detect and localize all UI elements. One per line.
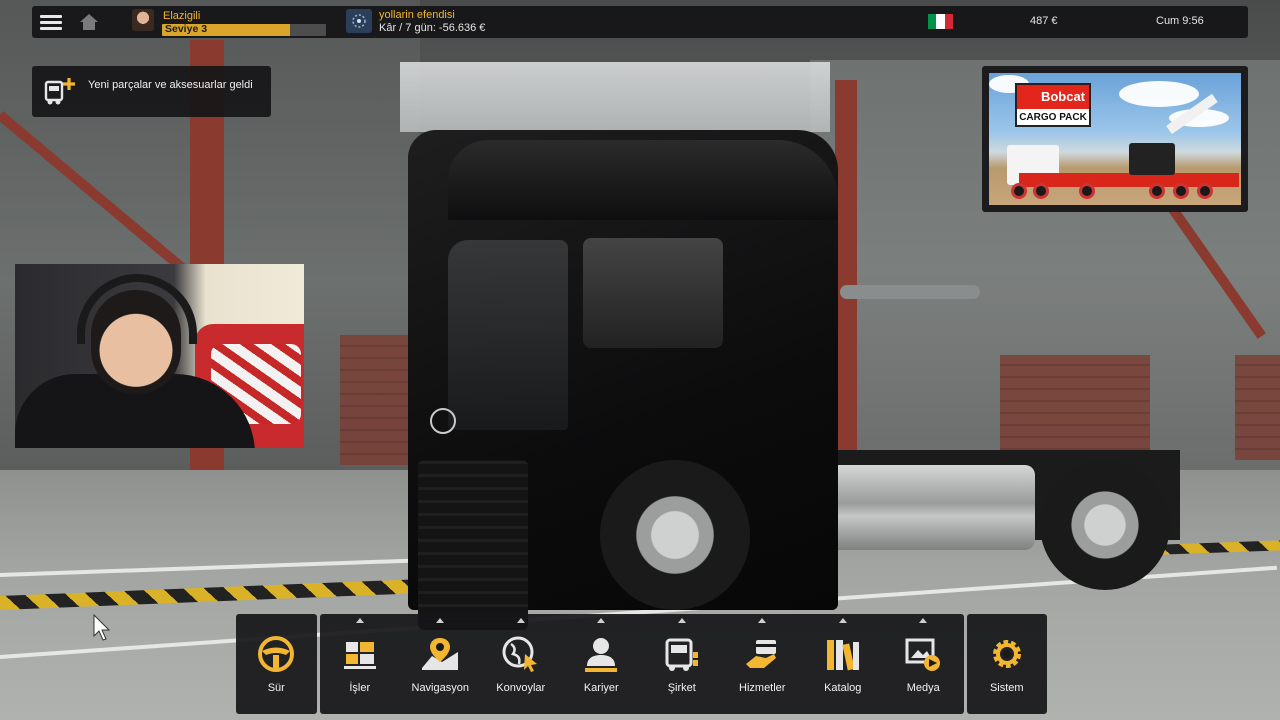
truck-emblem-icon (430, 408, 456, 434)
ad-wheel (1173, 183, 1189, 199)
menu-company-button[interactable]: Şirket (642, 614, 723, 714)
menu-label: Sür (267, 682, 285, 694)
brick-wall (1235, 355, 1280, 460)
submenu-caret-icon (355, 618, 364, 623)
menu-jobs-button[interactable]: İşler (320, 614, 401, 714)
submenu-caret-icon (919, 618, 927, 623)
ad-pack-title: CARGO PACK (1019, 112, 1087, 123)
menu-label: Medya (906, 682, 940, 694)
top-status-bar: Elazigili Seviye 3 yollarin efendisi Kâr… (32, 6, 1248, 38)
level-progress-bar: Seviye 3 (162, 24, 326, 36)
ad-excavator (1129, 143, 1175, 175)
media-image-icon (905, 638, 940, 671)
submenu-caret-icon (516, 618, 525, 623)
submenu-caret-icon (436, 618, 444, 623)
service-hand-icon (746, 640, 776, 668)
europe-map-icon (346, 9, 372, 33)
menu-label: Kariyer (583, 682, 619, 694)
gear-icon (992, 640, 1021, 668)
ad-wheel (1197, 183, 1213, 199)
menu-label: Hizmetler (739, 682, 786, 694)
ad-wheel (1033, 183, 1049, 199)
menu-convoys-button[interactable]: Konvoylar (481, 614, 562, 714)
map-pin-icon (422, 638, 458, 670)
menu-group-system: Sistem (966, 614, 1048, 714)
truck-grille (418, 460, 528, 630)
truck-roof (448, 140, 838, 220)
dlc-ad-banner[interactable]: Bobcat CARGO PACK (982, 66, 1248, 212)
webcam-overlay (15, 264, 304, 448)
menu-label: İşler (349, 682, 371, 694)
person-icon (585, 638, 617, 672)
menu-label: Sistem (989, 682, 1024, 694)
truck-side-window (583, 238, 723, 348)
company-widget[interactable]: yollarin efendisi Kâr / 7 gün: -56.636 € (346, 9, 485, 34)
truck-windshield (448, 240, 568, 430)
ad-wheel (1079, 183, 1095, 199)
menu-group-drive: Sür (236, 614, 317, 714)
menu-label: Şirket (667, 682, 696, 694)
company-name: yollarin efendisi (379, 9, 455, 21)
main-menu-bar: Sür İşler Navigasyon Konvoylar Kariyer Ş… (236, 614, 1047, 714)
menu-group-main: İşler Navigasyon Konvoylar Kariyer Şirke… (319, 614, 964, 714)
bobcat-logo: Bobcat CARGO PACK (1015, 83, 1091, 127)
menu-label: Katalog (824, 682, 862, 694)
catalog-books-icon (826, 640, 859, 671)
headphones-icon (77, 274, 197, 344)
player-avatar[interactable] (132, 9, 154, 31)
country-flag-icon (928, 14, 953, 29)
menu-navigation-button[interactable]: Navigasyon (400, 614, 481, 714)
player-name: Elazigili (163, 10, 201, 22)
menu-services-button[interactable]: Hizmetler (722, 614, 803, 714)
menu-system-button[interactable]: Sistem (967, 614, 1048, 714)
truck-exhaust (840, 285, 980, 299)
home-icon[interactable] (70, 6, 108, 38)
menu-hamburger-icon[interactable] (32, 6, 70, 38)
notification-text: Yeni parçalar ve aksesuarlar geldi (88, 79, 253, 91)
truck-fuel-tank (805, 465, 1035, 550)
submenu-caret-icon (677, 618, 686, 623)
truck-plus-icon (44, 78, 75, 105)
mouse-cursor-icon (93, 614, 111, 641)
submenu-caret-icon (597, 618, 605, 623)
menu-media-button[interactable]: Medya (883, 614, 964, 714)
ad-brand: Bobcat (1017, 85, 1089, 109)
convoy-globe-icon (502, 636, 537, 672)
steering-wheel-icon (258, 636, 294, 672)
company-truck-icon (665, 638, 698, 671)
ad-wheel (1011, 183, 1027, 199)
profile-widget[interactable]: Elazigili Seviye 3 (132, 9, 326, 36)
truck-front-wheel (600, 460, 750, 610)
submenu-caret-icon (758, 618, 766, 623)
menu-career-button[interactable]: Kariyer (561, 614, 642, 714)
submenu-caret-icon (838, 618, 847, 623)
cloud (1119, 81, 1199, 107)
menu-label: Navigasyon (411, 682, 469, 694)
new-parts-notification[interactable]: Yeni parçalar ve aksesuarlar geldi (32, 66, 271, 117)
cargo-boxes-icon (343, 642, 376, 669)
menu-catalog-button[interactable]: Katalog (803, 614, 884, 714)
menu-label: Konvoylar (496, 682, 546, 694)
dlc-ad-image: Bobcat CARGO PACK (989, 73, 1241, 205)
truck-rear-wheel (1040, 460, 1170, 590)
menu-drive-button[interactable]: Sür (236, 614, 317, 714)
level-label: Seviye 3 (165, 24, 208, 35)
company-profit: Kâr / 7 gün: -56.636 € (379, 22, 486, 34)
ad-wheel (1149, 183, 1165, 199)
game-clock: Cum 9:56 (1156, 15, 1204, 27)
money-balance: 487 € (1030, 15, 1058, 27)
